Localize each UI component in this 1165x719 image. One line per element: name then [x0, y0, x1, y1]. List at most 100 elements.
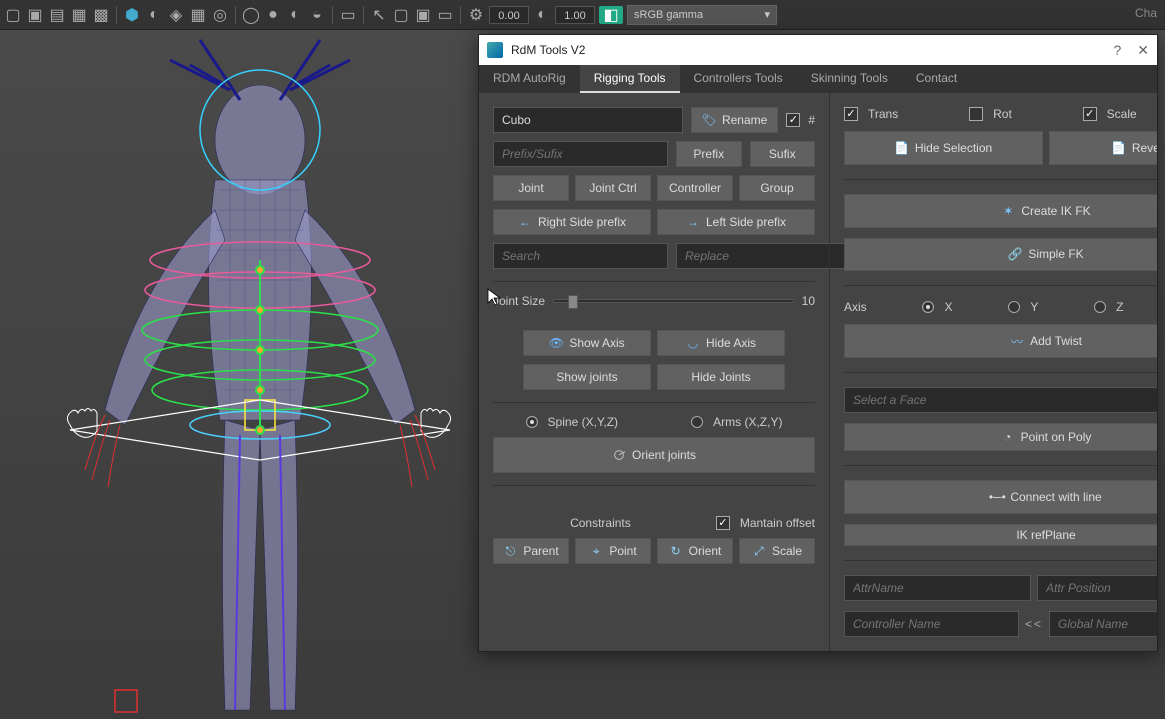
aa-icon[interactable]: ◒	[308, 6, 326, 24]
rot-checkbox[interactable]	[969, 107, 983, 121]
tab-controllers[interactable]: Controllers Tools	[680, 65, 797, 93]
trans-checkbox[interactable]	[844, 107, 858, 121]
point-constraint-button[interactable]: ⌖ Point	[575, 538, 651, 564]
hide-selection-button[interactable]: 📄 Hide Selection	[844, 131, 1043, 165]
colorspace-dropdown[interactable]: sRGB gamma ▾	[627, 5, 777, 25]
gamma-icon[interactable]: ◐	[533, 6, 551, 24]
show-axis-button[interactable]: 👁 Show Axis	[523, 330, 651, 356]
controller-name-input[interactable]	[844, 611, 1019, 637]
connect-line-label: Connect with line	[1010, 490, 1101, 504]
tool-icon-5[interactable]: ▩	[92, 6, 110, 24]
tab-contact[interactable]: Contact	[902, 65, 971, 93]
ao-icon[interactable]: ◐	[286, 6, 304, 24]
arrow-icon[interactable]: ↖	[370, 6, 388, 24]
exposure-value[interactable]: 0.00	[489, 6, 529, 24]
rigging-left-panel: 🏷 Rename # Prefix Sufix Joint Joint Ctrl…	[479, 93, 829, 651]
add-twist-button[interactable]: 〰 Add Twist	[844, 324, 1157, 358]
hash-checkbox[interactable]	[786, 113, 800, 127]
replace-input[interactable]	[676, 243, 851, 269]
axis-y-label: Y	[1030, 300, 1038, 314]
attr-arrows-2[interactable]: <<	[1025, 617, 1043, 631]
global-name-input[interactable]	[1049, 611, 1157, 637]
frame-icon[interactable]: ▭	[436, 6, 454, 24]
spine-radio[interactable]	[526, 416, 538, 428]
axis-x-radio[interactable]	[922, 301, 934, 313]
hide-joints-button[interactable]: Hide Joints	[657, 364, 785, 390]
top-right-label: Cha	[1135, 6, 1157, 20]
hide-axis-label: Hide Axis	[706, 336, 756, 350]
close-icon[interactable]: ✕	[1137, 42, 1149, 59]
connect-with-line-button[interactable]: •─• Connect with line	[844, 480, 1157, 514]
controller-button[interactable]: Controller	[657, 175, 733, 201]
attr-name-input[interactable]	[844, 575, 1031, 601]
rename-input[interactable]	[493, 107, 683, 133]
tool-icon-1[interactable]: ▢	[4, 6, 22, 24]
rename-button[interactable]: 🏷 Rename	[691, 107, 778, 133]
maintain-offset-checkbox[interactable]	[716, 516, 730, 530]
gear-icon[interactable]: ⚙	[467, 6, 485, 24]
box-icon[interactable]: ▢	[392, 6, 410, 24]
scale-constraint-button[interactable]: ⤢ Scale	[739, 538, 815, 564]
create-ik-fk-button[interactable]: ✶ Create IK FK	[844, 194, 1157, 228]
colorspace-value: sRGB gamma	[634, 9, 703, 21]
select-face-input[interactable]	[844, 387, 1157, 413]
point-on-poly-button[interactable]: ◔ Point on Poly	[844, 423, 1157, 451]
chain-icon: 🔗	[1008, 247, 1022, 261]
parent-label: Parent	[523, 544, 558, 558]
gamma-value[interactable]: 1.00	[555, 6, 595, 24]
rdm-tools-dialog: RdM Tools V2 ? ✕ RDM AutoRig Rigging Too…	[478, 34, 1158, 652]
tool-icon-6[interactable]: ◎	[211, 6, 229, 24]
parent-constraint-button[interactable]: ⎋ Parent	[493, 538, 569, 564]
axis-y-radio[interactable]	[1008, 301, 1020, 313]
joint-button[interactable]: Joint	[493, 175, 569, 201]
sufix-button[interactable]: Sufix	[750, 141, 816, 167]
hide-axis-button[interactable]: ◡ Hide Axis	[657, 330, 785, 356]
tag-icon: 🏷	[702, 113, 716, 127]
reveal-all-label: Reveal All	[1132, 141, 1157, 155]
help-icon[interactable]: ?	[1113, 42, 1121, 59]
grid-icon[interactable]: ▦	[189, 6, 207, 24]
tab-skinning[interactable]: Skinning Tools	[797, 65, 902, 93]
jointctrl-button[interactable]: Joint Ctrl	[575, 175, 651, 201]
scale-checkbox[interactable]	[1083, 107, 1097, 121]
joint-size-slider[interactable]	[553, 299, 794, 303]
poly-icon: ◔	[1001, 430, 1015, 444]
hide-selection-label: Hide Selection	[915, 141, 992, 155]
tool-icon-3[interactable]: ▤	[48, 6, 66, 24]
axis-z-radio[interactable]	[1094, 301, 1106, 313]
prefix-button[interactable]: Prefix	[676, 141, 742, 167]
search-input[interactable]	[493, 243, 668, 269]
tool-icon-4[interactable]: ▦	[70, 6, 88, 24]
show-joints-button[interactable]: Show joints	[523, 364, 651, 390]
toolbar-separator	[332, 6, 333, 24]
hide-icon: 📄	[895, 141, 909, 155]
right-side-prefix-button[interactable]: ← Right Side prefix	[493, 209, 651, 235]
tool-icon-2[interactable]: ▣	[26, 6, 44, 24]
light-icon[interactable]: ◯	[242, 6, 260, 24]
parent-icon: ⎋	[503, 544, 517, 558]
layer-icon[interactable]: ▣	[414, 6, 432, 24]
cm-icon[interactable]: ◧	[599, 6, 623, 24]
cube-icon[interactable]: ⬢	[123, 6, 141, 24]
left-side-prefix-button[interactable]: → Left Side prefix	[657, 209, 815, 235]
reveal-all-button[interactable]: 📄 Reveal All	[1049, 131, 1157, 165]
simple-fk-button[interactable]: 🔗 Simple FK	[844, 238, 1157, 272]
tab-autorig[interactable]: RDM AutoRig	[479, 65, 580, 93]
ik-refplane-button[interactable]: IK refPlane	[844, 524, 1157, 547]
shadow-icon[interactable]: ●	[264, 6, 282, 24]
rot-label: Rot	[993, 107, 1012, 121]
toolbar-separator	[116, 6, 117, 24]
prefix-sufix-input[interactable]	[493, 141, 668, 167]
shaded-icon[interactable]: ◐	[145, 6, 163, 24]
group-button[interactable]: Group	[739, 175, 815, 201]
toolbar-separator	[235, 6, 236, 24]
isolate-icon[interactable]: ▭	[339, 6, 357, 24]
tab-rigging[interactable]: Rigging Tools	[580, 65, 680, 93]
orient-constraint-button[interactable]: ↻ Orient	[657, 538, 733, 564]
arms-radio[interactable]	[691, 416, 703, 428]
maya-logo-icon	[487, 42, 503, 58]
wire-icon[interactable]: ◈	[167, 6, 185, 24]
arrow-right-icon: →	[686, 215, 700, 229]
attr-position-input[interactable]	[1037, 575, 1157, 601]
orient-joints-button[interactable]: Orient joints	[493, 437, 815, 473]
